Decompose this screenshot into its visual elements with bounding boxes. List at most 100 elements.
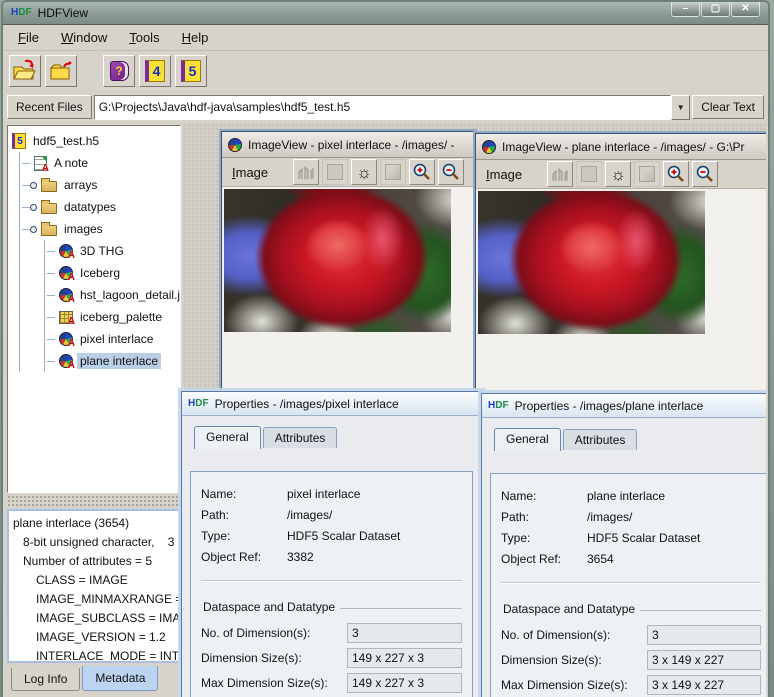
menu-tools[interactable]: Tools xyxy=(120,27,168,48)
dialog2-title: Properties - /images/plane interlace xyxy=(515,399,704,413)
image-dataset-icon: A xyxy=(59,354,73,368)
tab-metadata[interactable]: Metadata xyxy=(82,666,158,691)
name-label: Name: xyxy=(201,484,287,505)
object-ref-value: 3382 xyxy=(287,547,314,568)
panel-splitter[interactable] xyxy=(7,495,181,507)
folder-open-icon xyxy=(41,225,57,236)
rose-image[interactable] xyxy=(224,189,451,332)
tree-item-hst-lagoon[interactable]: A hst_lagoon_detail.jpg xyxy=(45,284,178,306)
tree-item-arrays[interactable]: arrays xyxy=(20,174,178,196)
group-title: Dataspace and Datatype xyxy=(201,600,340,614)
dims-value: 3 xyxy=(647,625,761,645)
tree-item-root[interactable]: 5 hdf5_test.h5 xyxy=(10,130,178,152)
tab-log-info[interactable]: Log Info xyxy=(11,668,80,691)
image-dataset-icon xyxy=(482,140,496,154)
hdf5-icon: 5 xyxy=(181,60,201,82)
dialog2-general-pane: Name:plane interlace Path:/images/ Type:… xyxy=(490,473,766,697)
main-titlebar[interactable]: HDF HDFView – ▢ ✕ xyxy=(3,2,768,24)
collapse-handle-icon[interactable] xyxy=(30,226,37,233)
menubar: File Window Tools Help xyxy=(3,25,768,51)
object-ref-label: Object Ref: xyxy=(201,547,287,568)
menu-file[interactable]: File xyxy=(9,27,48,48)
metadata-line: IMAGE_SUBCLASS = IMAG xyxy=(10,609,178,628)
tab-general[interactable]: General xyxy=(194,426,261,449)
path-label: Path: xyxy=(201,505,287,526)
path-label: Path: xyxy=(501,507,587,528)
expand-handle-icon[interactable] xyxy=(30,182,37,189)
separator xyxy=(201,580,462,582)
dataspace-group: Dataspace and Datatype No. of Dimension(… xyxy=(201,608,462,697)
dialog2-titlebar[interactable]: HDF Properties - /images/plane interlace xyxy=(482,394,766,418)
tree-item-images[interactable]: images xyxy=(20,218,178,240)
properties-dialog-pixel-interlace: HDF Properties - /images/pixel interlace… xyxy=(181,391,482,697)
contrast-button[interactable] xyxy=(380,159,406,185)
image-menu[interactable]: Image xyxy=(480,165,528,184)
close-file-button[interactable] xyxy=(45,55,77,87)
size-value: 149 x 227 x 3 xyxy=(347,648,462,668)
rose-image[interactable] xyxy=(478,191,705,334)
type-value: HDF5 Scalar Dataset xyxy=(587,528,700,549)
maxsize-label: Max Dimension Size(s): xyxy=(501,678,647,692)
image-menu[interactable]: Image xyxy=(226,163,274,182)
histogram-button[interactable] xyxy=(547,161,573,187)
file-path-input[interactable]: G:\Projects\Java\hdf-java\samples\hdf5_t… xyxy=(94,95,671,120)
expand-handle-icon[interactable] xyxy=(30,204,37,211)
image-dataset-icon: A xyxy=(59,288,73,302)
combo-dropdown-button[interactable]: ▼ xyxy=(671,95,690,120)
metadata-line: 8-bit unsigned character, 3 xyxy=(10,533,178,552)
zoom-in-button[interactable] xyxy=(663,161,689,187)
close-file-icon xyxy=(48,59,74,83)
zoom-out-button[interactable] xyxy=(438,159,464,185)
brightness-button[interactable]: ☼ xyxy=(605,161,631,187)
tab-general[interactable]: General xyxy=(494,428,561,451)
zoom-out-icon xyxy=(695,164,715,184)
maximize-button[interactable]: ▢ xyxy=(701,2,730,17)
object-ref-label: Object Ref: xyxy=(501,549,587,570)
imageview1-titlebar[interactable]: ImageView - pixel interlace - /images/ - xyxy=(222,132,474,158)
tree-item-pixel-interlace[interactable]: A pixel interlace xyxy=(45,328,178,350)
tree-item-iceberg[interactable]: A Iceberg xyxy=(45,262,178,284)
dims-label: No. of Dimension(s): xyxy=(201,626,347,640)
hdf4-library-button[interactable]: 4 xyxy=(139,55,171,87)
tree-item-3d-thg[interactable]: A 3D THG xyxy=(45,240,178,262)
menu-window[interactable]: Window xyxy=(52,27,116,48)
brightness-button[interactable]: ☼ xyxy=(351,159,377,185)
tab-attributes[interactable]: Attributes xyxy=(563,429,638,450)
histogram-button[interactable] xyxy=(293,159,319,185)
metadata-line: plane interlace (3654) xyxy=(10,514,178,533)
dims-value: 3 xyxy=(347,623,462,643)
dialog1-titlebar[interactable]: HDF Properties - /images/pixel interlace xyxy=(182,392,481,416)
histogram-icon xyxy=(551,165,569,183)
clear-text-button[interactable]: Clear Text xyxy=(692,95,764,119)
help-button[interactable]: ? xyxy=(103,55,135,87)
image-dataset-icon xyxy=(228,138,242,152)
group-title: Dataspace and Datatype xyxy=(501,602,640,616)
palette-button[interactable] xyxy=(322,159,348,185)
menu-help[interactable]: Help xyxy=(173,27,218,48)
tree-item-plane-interlace[interactable]: A plane interlace xyxy=(45,350,178,372)
tree-item-datatypes[interactable]: datatypes xyxy=(20,196,178,218)
tree-item-iceberg-palette[interactable]: A iceberg_palette xyxy=(45,306,178,328)
hdf5-library-button[interactable]: 5 xyxy=(175,55,207,87)
hdf4-icon: 4 xyxy=(145,60,165,82)
tab-attributes[interactable]: Attributes xyxy=(263,427,338,448)
recent-files-button[interactable]: Recent Files xyxy=(7,95,92,119)
imageview2-toolbar: Image ☼ xyxy=(476,160,766,189)
minimize-button[interactable]: – xyxy=(671,2,700,17)
image-dataset-icon: A xyxy=(59,332,73,346)
zoom-in-button[interactable] xyxy=(409,159,435,185)
hdfview-main-window: HDF HDFView – ▢ ✕ File Window Tools Help xyxy=(1,0,770,697)
close-button[interactable]: ✕ xyxy=(731,2,760,17)
properties-dialog-plane-interlace: HDF Properties - /images/plane interlace… xyxy=(481,393,766,697)
hdf-logo-icon: HDF xyxy=(11,8,32,18)
contrast-button[interactable] xyxy=(634,161,660,187)
name-value: plane interlace xyxy=(587,486,665,507)
palette-button[interactable] xyxy=(576,161,602,187)
imageview2-titlebar[interactable]: ImageView - plane interlace - /images/ -… xyxy=(476,134,766,160)
open-file-button[interactable] xyxy=(9,55,41,87)
hdf-logo-icon: HDF xyxy=(188,399,209,409)
zoom-out-button[interactable] xyxy=(692,161,718,187)
file-path-combo: G:\Projects\Java\hdf-java\samples\hdf5_t… xyxy=(94,95,690,120)
contrast-icon xyxy=(639,166,655,182)
tree-item-a-note[interactable]: A A note xyxy=(20,152,178,174)
